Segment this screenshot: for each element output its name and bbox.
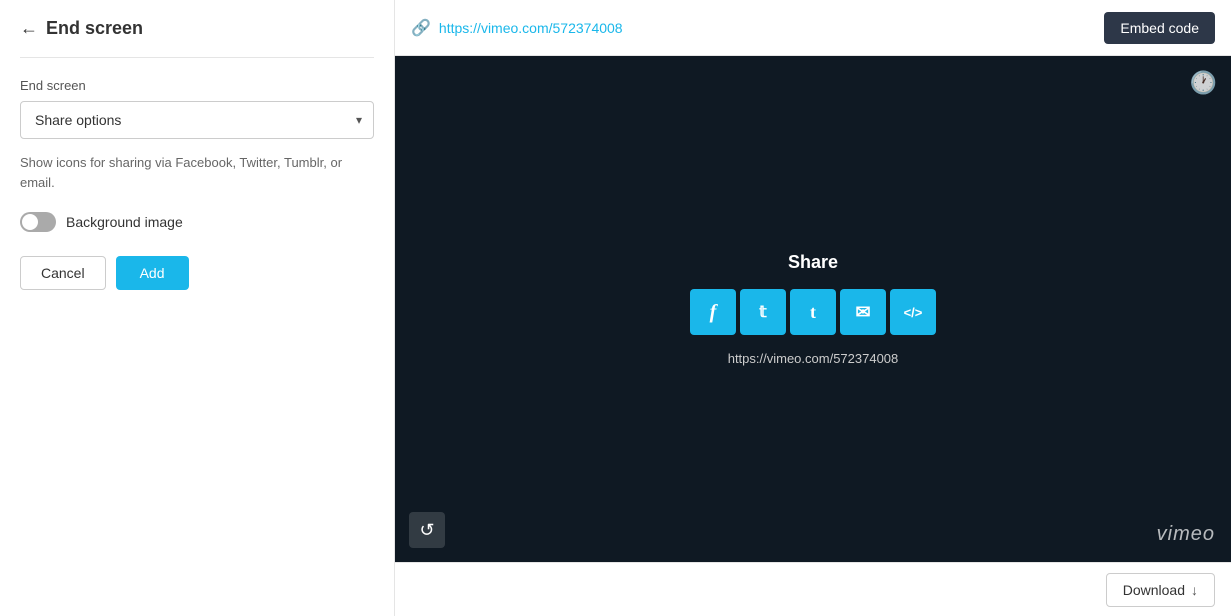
background-image-toggle[interactable] — [20, 212, 56, 232]
replay-button[interactable]: ↺ — [409, 512, 445, 548]
download-arrow-icon: ↓ — [1191, 582, 1198, 598]
description-text: Show icons for sharing via Facebook, Twi… — [20, 153, 374, 192]
share-section: Share f 𝕥 t ✉ </> https://vimeo.com/5723… — [690, 252, 936, 366]
end-screen-select[interactable]: Share options Subscribe Watch again Noth… — [20, 101, 374, 139]
right-panel: 🔗 https://vimeo.com/572374008 Embed code… — [395, 0, 1231, 616]
background-image-toggle-row: Background image — [20, 212, 374, 232]
dropdown-wrapper: Share options Subscribe Watch again Noth… — [20, 101, 374, 139]
link-icon: 🔗 — [411, 18, 431, 38]
back-header: ← End screen — [0, 0, 394, 57]
panel-body: End screen Share options Subscribe Watch… — [0, 58, 394, 310]
share-url-text: https://vimeo.com/572374008 — [728, 351, 899, 366]
embed-code-button[interactable]: Embed code — [1104, 12, 1215, 44]
video-url[interactable]: https://vimeo.com/572374008 — [439, 20, 623, 36]
embed-share-button[interactable]: </> — [890, 289, 936, 335]
download-button[interactable]: Download ↓ — [1106, 573, 1215, 607]
toggle-label: Background image — [66, 214, 183, 230]
url-left: 🔗 https://vimeo.com/572374008 — [411, 18, 623, 38]
video-preview: 🕐 Share f 𝕥 t ✉ </> https://vimeo.com/57… — [395, 56, 1231, 562]
vimeo-logo: vimeo — [1157, 523, 1215, 546]
tumblr-share-button[interactable]: t — [790, 289, 836, 335]
add-button[interactable]: Add — [116, 256, 189, 290]
share-icons: f 𝕥 t ✉ </> — [690, 289, 936, 335]
cancel-button[interactable]: Cancel — [20, 256, 106, 290]
replay-icon: ↺ — [419, 520, 434, 541]
page-title: End screen — [46, 18, 143, 39]
toggle-thumb — [22, 214, 38, 230]
left-panel: ← End screen End screen Share options Su… — [0, 0, 395, 616]
twitter-share-button[interactable]: 𝕥 — [740, 289, 786, 335]
facebook-share-button[interactable]: f — [690, 289, 736, 335]
button-row: Cancel Add — [20, 256, 374, 290]
url-bar: 🔗 https://vimeo.com/572374008 Embed code — [395, 0, 1231, 56]
clock-icon: 🕐 — [1190, 70, 1217, 96]
back-arrow-icon[interactable]: ← — [20, 18, 38, 39]
field-label: End screen — [20, 78, 374, 93]
download-label: Download — [1123, 582, 1185, 598]
bottom-bar: Download ↓ — [395, 562, 1231, 616]
share-title: Share — [788, 252, 838, 273]
email-share-button[interactable]: ✉ — [840, 289, 886, 335]
